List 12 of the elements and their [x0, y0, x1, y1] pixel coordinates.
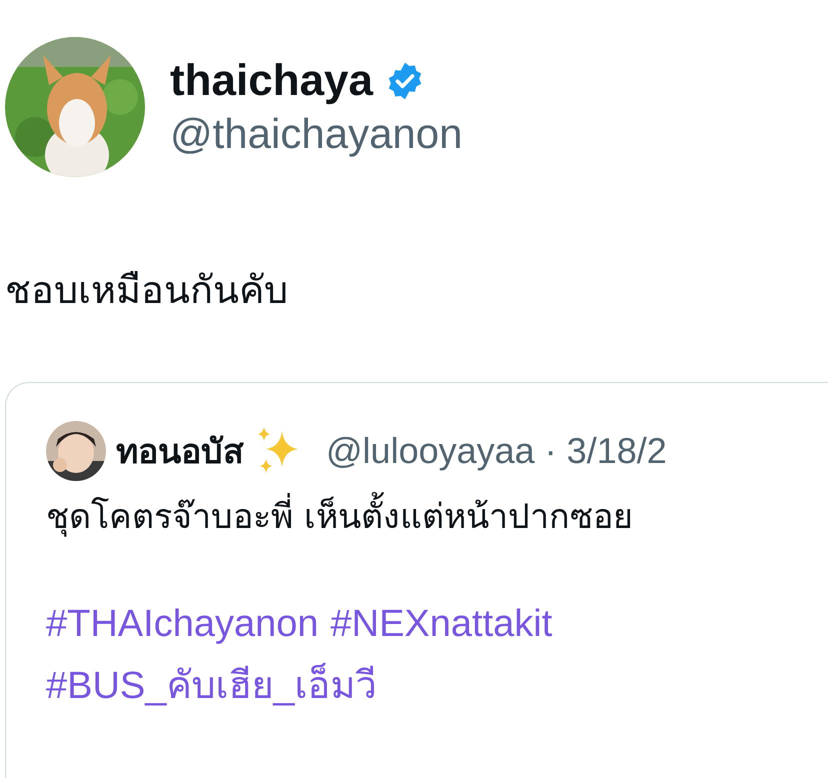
quoted-author-handle[interactable]: @lulooyayaa — [326, 430, 535, 472]
separator-dot: · — [544, 430, 557, 472]
quoted-author-name[interactable]: ทอนอบัส — [116, 424, 244, 478]
hashtag-link[interactable]: #NEXnattakit — [330, 603, 552, 646]
author-name[interactable]: thaichaya — [170, 56, 373, 106]
author-handle[interactable]: @thaichayanon — [170, 110, 463, 158]
tweet-text: ชอบเหมือนกันคับ — [5, 267, 289, 314]
hashtag-link[interactable]: #BUS_คับเฮีย_เอ็มวี — [46, 654, 377, 715]
quoted-tweet-text: ชุดโคตรจ๊าบอะพี่ เห็นตั้งแต่หน้าปากซอย — [46, 489, 828, 543]
quoted-tweet-date[interactable]: 3/18/2 — [566, 430, 667, 472]
hashtag-link[interactable]: #THAIchayanon — [46, 603, 318, 646]
quoted-tweet-card[interactable]: ทอนอบัส @lulooyayaa · 3/18/2 ชุดโคตรจ๊าบอะพี่ เห็นตั้งแต่หน้าปากซอย #THAIchayanon #NEXnattakit #BUS_คับเฮีย_เอ็มวี — [5, 382, 828, 778]
